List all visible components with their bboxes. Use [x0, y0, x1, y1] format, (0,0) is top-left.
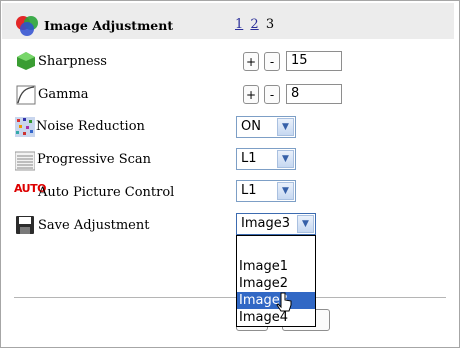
noise-reduction-label: Noise Reduction [36, 119, 145, 134]
page-frame [0, 0, 460, 348]
page-navigation: 1 2 3 [235, 17, 274, 33]
noise-reduction-icon [15, 117, 35, 137]
sharpness-plus-button[interactable]: + [243, 52, 259, 71]
page-title: Image Adjustment [44, 18, 174, 33]
progressive-scan-label: Progressive Scan [37, 152, 151, 167]
dropdown-option-image1[interactable]: Image1 [237, 258, 315, 275]
progressive-scan-icon [15, 151, 35, 171]
gamma-label: Gamma [38, 87, 89, 102]
save-adjustment-select[interactable]: Image3 ▼ [236, 213, 316, 235]
save-icon [16, 216, 34, 234]
divider [14, 297, 446, 298]
sharpness-icon [17, 52, 35, 70]
gamma-plus-button[interactable]: + [243, 85, 259, 104]
page-link-2[interactable]: 2 [250, 17, 258, 32]
image-adjustment-icon [16, 16, 38, 36]
auto-picture-control-label: Auto Picture Control [38, 185, 175, 200]
sharpness-value[interactable]: 15 [286, 51, 342, 71]
progressive-scan-select[interactable]: L1 ▼ [236, 148, 296, 170]
current-page: 3 [265, 17, 275, 32]
save-adjustment-label: Save Adjustment [38, 218, 150, 233]
auto-picture-control-value: L1 [241, 183, 257, 198]
sharpness-minus-button[interactable]: - [264, 52, 280, 71]
dropdown-option-image2[interactable]: Image2 [237, 275, 315, 292]
noise-reduction-value: ON [241, 119, 261, 134]
chevron-down-icon: ▼ [277, 182, 294, 200]
gamma-icon [16, 85, 36, 105]
chevron-down-icon: ▼ [277, 150, 294, 168]
sharpness-label: Sharpness [38, 54, 107, 69]
mouse-cursor-icon [276, 292, 292, 312]
auto-picture-control-select[interactable]: L1 ▼ [236, 180, 296, 202]
gamma-minus-button[interactable]: - [264, 85, 280, 104]
progressive-scan-value: L1 [241, 151, 257, 166]
gamma-value[interactable]: 8 [286, 84, 342, 104]
save-adjustment-value: Image3 [241, 216, 290, 231]
chevron-down-icon: ▼ [277, 118, 294, 136]
noise-reduction-select[interactable]: ON ▼ [236, 116, 296, 138]
chevron-down-icon: ▼ [297, 215, 314, 233]
page-link-1[interactable]: 1 [235, 17, 243, 32]
